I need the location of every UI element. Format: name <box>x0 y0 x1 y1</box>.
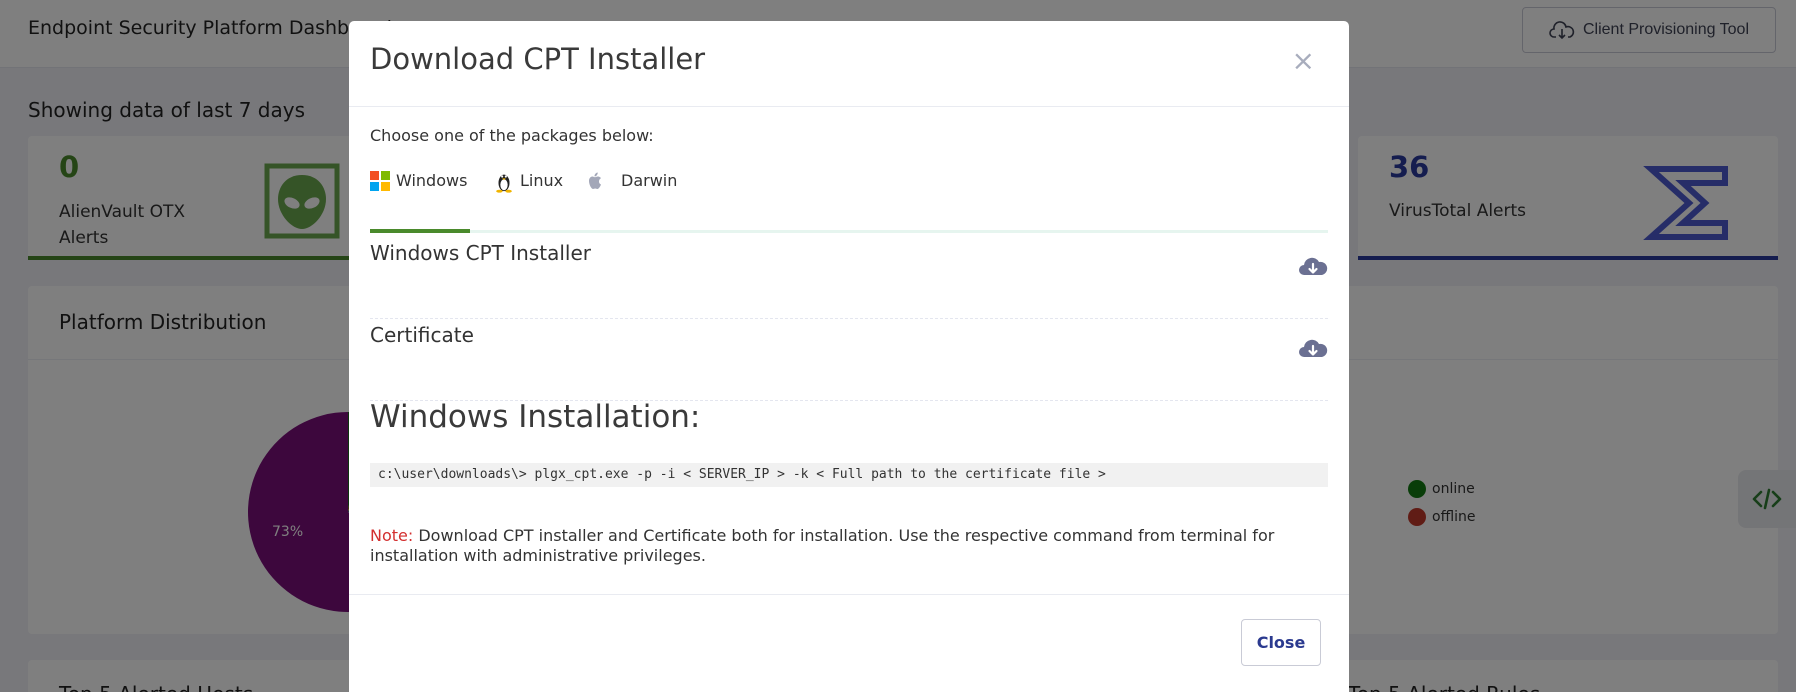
linux-icon <box>496 174 512 193</box>
cloud-download-icon[interactable] <box>1298 337 1328 361</box>
tab-windows-label: Windows <box>396 171 468 190</box>
package-name-installer: Windows CPT Installer <box>370 241 591 265</box>
install-command[interactable]: c:\user\downloads\> plgx_cpt.exe -p -i <… <box>370 463 1328 487</box>
modal-title: Download CPT Installer <box>370 42 706 76</box>
cloud-download-icon[interactable] <box>1298 255 1328 279</box>
package-row-windows-installer: Windows CPT Installer <box>370 241 1328 319</box>
tab-darwin-label: Darwin <box>621 171 678 190</box>
choose-package-text: Choose one of the packages below: <box>370 126 654 145</box>
tab-linux-label: Linux <box>520 171 564 190</box>
note-label: Note: <box>370 526 414 545</box>
modal-header: Download CPT Installer × <box>349 21 1349 107</box>
apple-icon <box>589 172 601 189</box>
installation-note: Note: Download CPT installer and Certifi… <box>370 526 1328 566</box>
modal-footer-divider <box>349 594 1349 595</box>
package-row-certificate: Certificate <box>370 323 1328 401</box>
tab-windows[interactable]: Windows <box>370 169 470 233</box>
tab-linux[interactable]: Linux <box>494 169 563 230</box>
modal-close-icon[interactable]: × <box>1292 47 1315 75</box>
windows-icon <box>370 171 390 191</box>
installation-title: Windows Installation: <box>370 399 701 435</box>
tab-darwin[interactable]: Darwin <box>585 169 677 230</box>
close-button[interactable]: Close <box>1241 619 1321 666</box>
platform-tabs: Windows Linux Darwin <box>370 169 1328 233</box>
note-text: Download CPT installer and Certificate b… <box>370 526 1275 565</box>
package-name-certificate: Certificate <box>370 323 474 347</box>
download-cpt-modal: Download CPT Installer × Choose one of t… <box>349 21 1349 692</box>
